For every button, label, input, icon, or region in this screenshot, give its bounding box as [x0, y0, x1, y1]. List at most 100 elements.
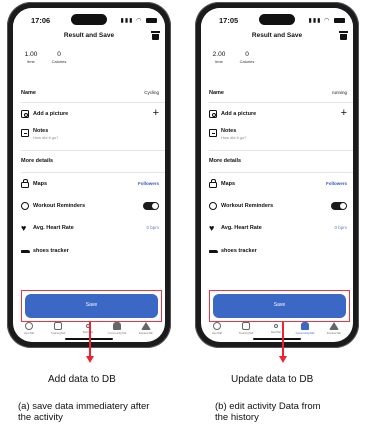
camera-icon	[21, 110, 29, 118]
divider	[209, 102, 353, 103]
signal-icon: ▮▮▮ ◠	[309, 17, 345, 24]
camera-icon	[209, 110, 217, 118]
battery-icon	[146, 17, 157, 23]
tab-label: StartTab	[82, 330, 94, 334]
name-value[interactable]: running	[332, 90, 347, 95]
reminders-row: Workout Reminders	[13, 199, 165, 215]
maps-privacy-value[interactable]: Followers	[138, 181, 159, 186]
heart-rate-label: Avg. Heart Rate	[33, 225, 74, 231]
name-row[interactable]: Name Cycling	[13, 86, 165, 102]
add-picture-row[interactable]: Add a picture +	[201, 107, 353, 123]
caption-left-sub-line2: the activity	[18, 412, 63, 423]
mountain-icon	[141, 322, 151, 330]
stat-calories-value: 0	[57, 51, 61, 58]
mountain-icon	[329, 322, 339, 330]
more-details-label: More details	[209, 158, 242, 164]
reminders-label: Workout Reminders	[221, 203, 274, 209]
notes-input[interactable]: How did it go?	[221, 135, 246, 140]
caption-right-sub-line2: the history	[215, 412, 259, 423]
notes-row[interactable]: Notes How did it go?	[201, 126, 353, 146]
status-bar: 17:06 ▮▮▮ ◠	[13, 8, 165, 30]
tab-start[interactable]: StartTab	[264, 322, 288, 334]
divider	[21, 102, 165, 103]
notes-input[interactable]: How did it go?	[33, 135, 58, 140]
calendar-icon	[242, 322, 250, 330]
tab-user[interactable]: UserTab	[205, 322, 229, 335]
home-indicator	[253, 338, 301, 340]
tab-community[interactable]: CommunityTab	[293, 322, 317, 335]
shoes-label: shoes tracker	[221, 248, 257, 254]
save-highlight: Save	[209, 290, 350, 322]
status-time: 17:05	[219, 16, 239, 25]
plus-icon[interactable]: +	[341, 107, 347, 119]
arrowhead-right	[279, 356, 287, 363]
trash-icon[interactable]	[151, 31, 160, 40]
maps-label: Maps	[221, 181, 236, 187]
tab-community[interactable]: CommunityTab	[105, 322, 129, 335]
add-picture-label: Add a picture	[221, 111, 257, 117]
heart-rate-row[interactable]: ♥ Avg. Heart Rate 0 bpm	[201, 221, 353, 237]
plus-icon[interactable]: +	[153, 107, 159, 119]
tab-explore[interactable]: ExploreTab	[134, 322, 158, 335]
divider	[209, 172, 353, 173]
stat-calories-label: Calories	[239, 59, 255, 64]
trash-icon[interactable]	[339, 31, 348, 40]
save-button[interactable]: Save	[213, 294, 346, 318]
community-icon	[301, 322, 309, 330]
reminders-toggle[interactable]	[143, 202, 159, 210]
shoes-label: shoes tracker	[33, 248, 69, 254]
heart-rate-value[interactable]: 0 bpm	[334, 225, 347, 230]
name-row[interactable]: Name running	[201, 86, 353, 102]
name-label: Name	[209, 90, 224, 96]
alarm-icon	[209, 202, 217, 210]
tab-bar: UserTab TrainingTab StartTab CommunityTa…	[201, 322, 353, 338]
arrow-left	[89, 322, 91, 358]
stat-time-label: time	[215, 59, 223, 64]
caption-left-sub: (a) save data immediatery after the acti…	[18, 401, 149, 423]
calendar-icon	[54, 322, 62, 330]
tab-explore[interactable]: ExploreTab	[322, 322, 346, 335]
tab-label: TrainingTab	[50, 331, 66, 335]
maps-row[interactable]: Maps Followers	[13, 177, 165, 193]
status-bar: 17:05 ▮▮▮ ◠	[201, 8, 353, 30]
stats-summary: 2.00 time 0 Calories	[209, 51, 289, 71]
heart-rate-value[interactable]: 0 bpm	[146, 225, 159, 230]
notes-label: Notes	[33, 128, 49, 134]
tab-user[interactable]: UserTab	[17, 322, 41, 335]
divider	[209, 150, 353, 151]
reminders-row: Workout Reminders	[201, 199, 353, 215]
divider	[21, 172, 165, 173]
tab-label: UserTab	[23, 331, 35, 335]
maps-privacy-value[interactable]: Followers	[326, 181, 347, 186]
user-icon	[25, 322, 33, 330]
heart-rate-row[interactable]: ♥ Avg. Heart Rate 0 bpm	[13, 221, 165, 237]
tab-start[interactable]: StartTab	[76, 322, 100, 334]
notes-row[interactable]: Notes How did it go?	[13, 126, 165, 146]
tab-label: ExploreTab	[139, 331, 153, 335]
divider	[21, 150, 165, 151]
add-picture-row[interactable]: Add a picture +	[13, 107, 165, 123]
shoe-icon	[21, 250, 30, 253]
shoes-row[interactable]: shoes tracker	[201, 244, 353, 260]
save-highlight: Save	[21, 290, 162, 322]
maps-row[interactable]: Maps Followers	[201, 177, 353, 193]
save-button[interactable]: Save	[25, 294, 158, 318]
shoes-row[interactable]: shoes tracker	[13, 244, 165, 260]
stat-time: 2.00 time	[209, 51, 229, 64]
reminders-toggle[interactable]	[331, 202, 347, 210]
stat-time-label: time	[27, 59, 35, 64]
name-value[interactable]: Cycling	[144, 90, 159, 95]
notes-icon	[21, 129, 29, 137]
caption-right-sub: (b) edit activity Data from the history	[215, 401, 321, 423]
lock-icon	[209, 179, 217, 188]
tab-label: ExploreTab	[327, 331, 341, 335]
dynamic-island	[259, 14, 295, 25]
heart-icon: ♥	[209, 223, 215, 233]
stat-calories: 0 Calories	[235, 51, 259, 64]
tab-training[interactable]: TrainingTab	[234, 322, 258, 335]
alarm-icon	[21, 202, 29, 210]
battery-icon	[334, 17, 345, 23]
stat-calories-label: Calories	[51, 59, 67, 64]
stat-time-value: 2.00	[212, 51, 226, 58]
tab-training[interactable]: TrainingTab	[46, 322, 70, 335]
